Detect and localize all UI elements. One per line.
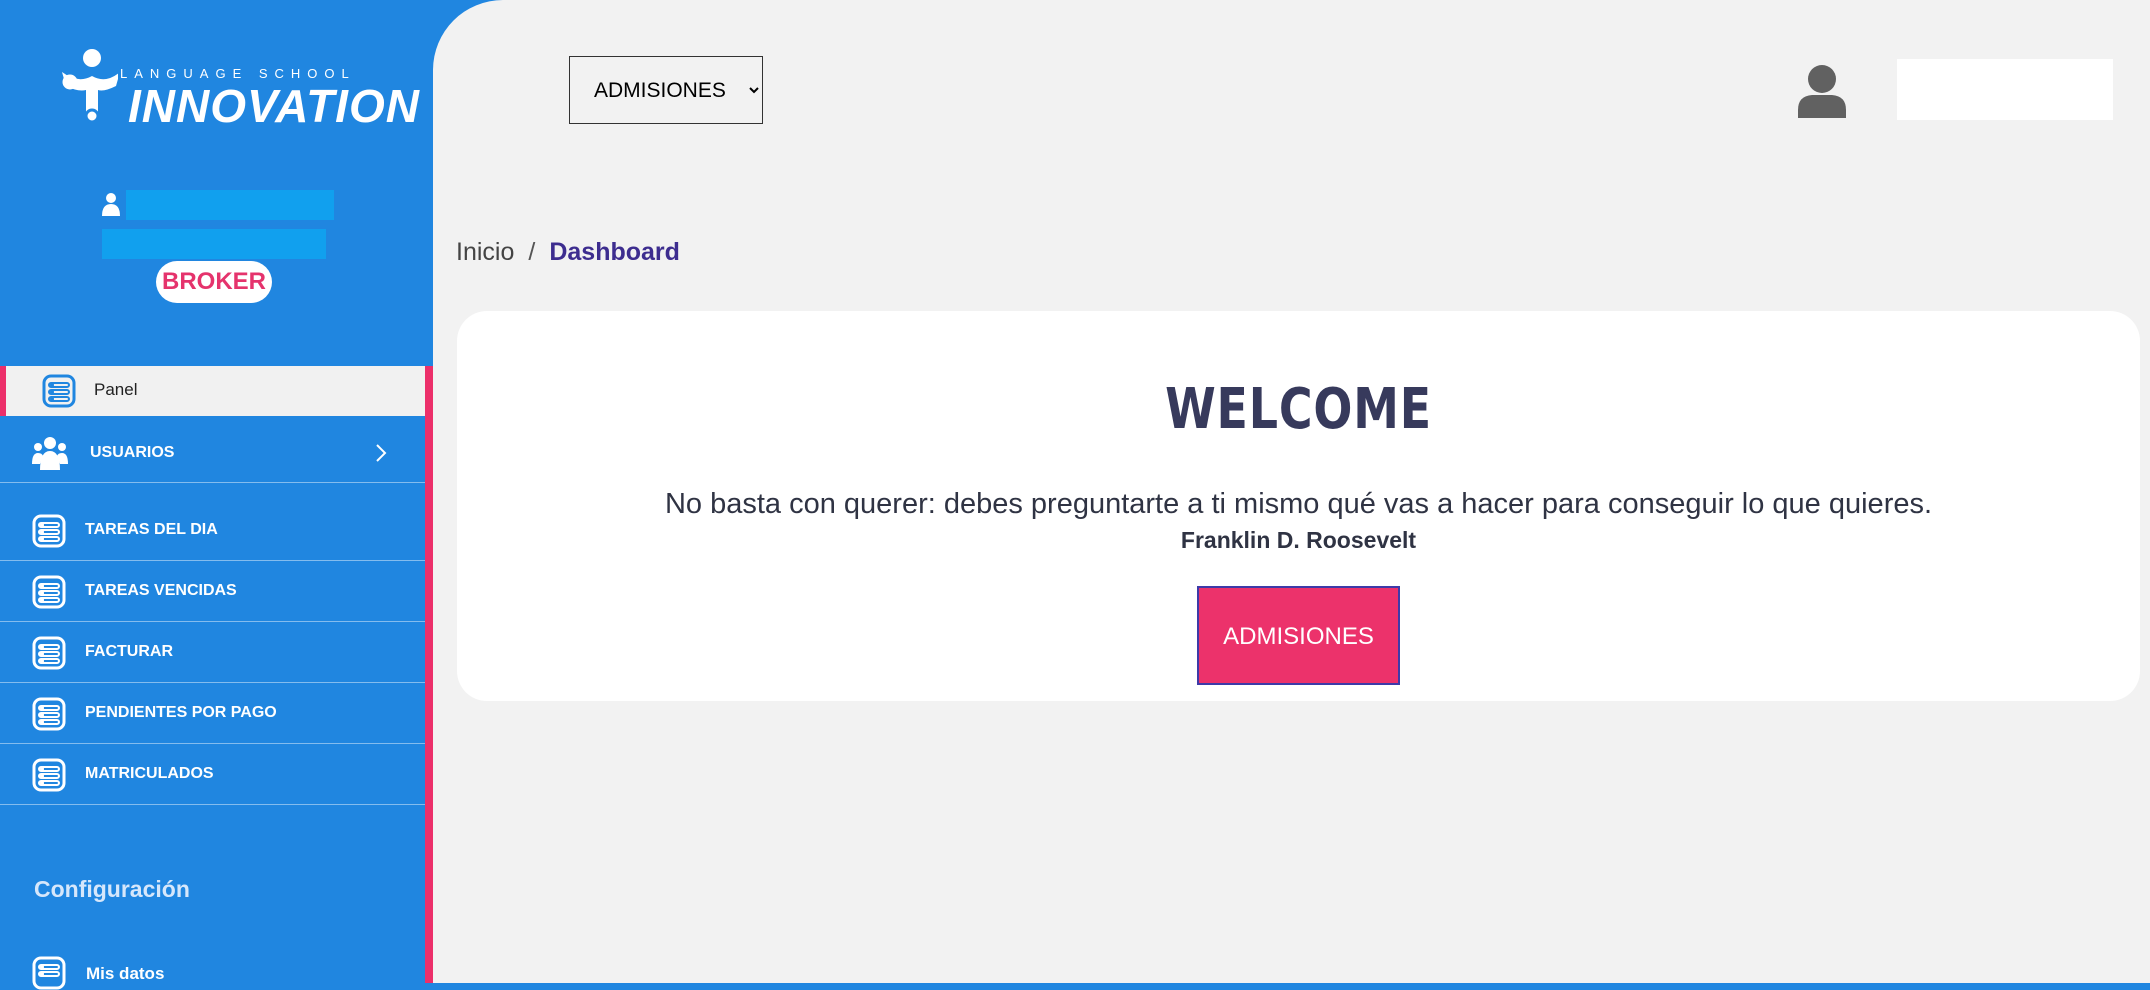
sidebar-item-label: Mis datos bbox=[86, 964, 165, 983]
user-menu-redacted[interactable] bbox=[1897, 59, 2113, 120]
sidebar: LANGUAGE SCHOOL INNOVATION BROKER Panel bbox=[0, 0, 433, 990]
main-content: ADMISIONES Inicio / Dashboard WELCOME No b… bbox=[433, 0, 2150, 983]
sidebar-item-pendientes-por-pago[interactable]: PENDIENTES POR PAGO bbox=[0, 683, 425, 744]
sidebar-item-facturar[interactable]: FACTURAR bbox=[0, 622, 425, 683]
breadcrumb-home[interactable]: Inicio bbox=[456, 238, 514, 266]
list-icon bbox=[32, 758, 66, 792]
sidebar-item-label: FACTURAR bbox=[85, 643, 173, 660]
sidebar-item-matriculados[interactable]: MATRICULADOS bbox=[0, 744, 425, 805]
user-name-redacted bbox=[126, 190, 334, 220]
breadcrumb-current: Dashboard bbox=[549, 238, 680, 266]
section-title-configuracion: Configuración bbox=[34, 876, 190, 902]
list-icon bbox=[32, 575, 66, 609]
breadcrumb-separator: / bbox=[528, 238, 536, 266]
sidebar-item-tareas-del-dia[interactable]: TAREAS DEL DIA bbox=[0, 500, 425, 561]
sidebar-item-label: TAREAS DEL DIA bbox=[85, 521, 218, 538]
sidebar-item-label: PENDIENTES POR PAGO bbox=[85, 704, 277, 721]
users-icon bbox=[32, 437, 68, 470]
sidebar-item-label: Panel bbox=[94, 380, 138, 399]
breadcrumb: Inicio / Dashboard bbox=[456, 238, 680, 267]
admisiones-button[interactable]: ADMISIONES bbox=[1197, 586, 1400, 685]
sidebar-item-tareas-vencidas[interactable]: TAREAS VENCIDAS bbox=[0, 561, 425, 622]
user-icon bbox=[102, 193, 120, 216]
sidebar-item-panel[interactable]: Panel bbox=[0, 366, 425, 416]
list-icon bbox=[32, 636, 66, 670]
list-icon bbox=[32, 514, 66, 548]
user-email-redacted bbox=[102, 229, 326, 259]
module-select[interactable]: ADMISIONES bbox=[569, 56, 763, 124]
user-name-row bbox=[102, 190, 334, 222]
list-icon bbox=[32, 956, 66, 990]
chevron-right-icon bbox=[376, 444, 387, 462]
user-avatar-icon[interactable] bbox=[1796, 64, 1848, 118]
list-icon bbox=[42, 374, 76, 408]
sidebar-item-label: USUARIOS bbox=[90, 444, 175, 461]
sidebar-item-mis-datos[interactable]: Mis datos bbox=[0, 950, 425, 990]
welcome-quote: No basta con querer: debes preguntarte a… bbox=[664, 488, 1933, 520]
sidebar-item-label: MATRICULADOS bbox=[85, 765, 214, 782]
logo-mark-icon bbox=[62, 49, 118, 124]
list-icon bbox=[32, 697, 66, 731]
brand-name: INNOVATION bbox=[128, 80, 420, 132]
sidebar-accent-border bbox=[425, 366, 433, 983]
sidebar-item-label: TAREAS VENCIDAS bbox=[85, 582, 237, 599]
role-badge: BROKER bbox=[156, 261, 272, 303]
welcome-title: WELCOME bbox=[1165, 377, 1432, 442]
brand-logo[interactable]: LANGUAGE SCHOOL INNOVATION bbox=[58, 46, 419, 132]
sidebar-item-usuarios[interactable]: USUARIOS bbox=[0, 422, 425, 483]
welcome-card: WELCOME No basta con querer: debes pregu… bbox=[457, 311, 2140, 701]
quote-author: Franklin D. Roosevelt bbox=[1180, 527, 1417, 553]
